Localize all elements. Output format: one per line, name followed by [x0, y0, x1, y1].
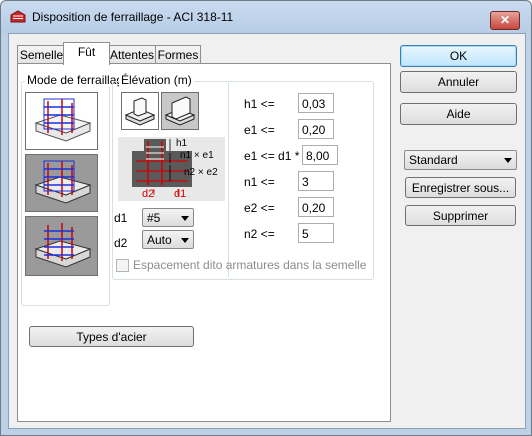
- close-button[interactable]: ✕: [490, 11, 520, 30]
- spacing-checkbox-label: Espacement dito armatures dans la semell…: [133, 258, 367, 272]
- tab-attentes[interactable]: Attentes: [107, 45, 157, 64]
- mode-option-1-button[interactable]: [25, 92, 98, 150]
- app-icon: [10, 10, 26, 23]
- n1-input[interactable]: 3: [298, 171, 334, 191]
- mode-option-2-button[interactable]: [25, 154, 98, 212]
- chevron-down-icon: [181, 216, 189, 221]
- parameters-panel: h1 <= 0,03 e1 <= 0,20 e1 <= d1 * 8,00 n1…: [228, 83, 373, 277]
- param-label-n2: n2 <=: [244, 227, 275, 241]
- rebar-cage-icon: [34, 160, 92, 204]
- cancel-button[interactable]: Annuler: [400, 71, 517, 93]
- tab-formes[interactable]: Formes: [155, 45, 201, 64]
- n1e1-dim-label: n1 × e1: [180, 150, 214, 161]
- e1-d1-factor-input[interactable]: 8,00: [302, 145, 338, 165]
- help-button[interactable]: Aide: [400, 103, 517, 125]
- dialog-client: Semelle Fût Attentes Formes Mode de ferr…: [8, 33, 526, 429]
- elevation-group-label: Élévation (m): [119, 73, 194, 87]
- elevation-view-1-button[interactable]: [121, 92, 159, 130]
- tab-semelle[interactable]: Semelle: [17, 45, 66, 64]
- steel-types-button[interactable]: Types d'acier: [29, 326, 194, 347]
- column-elevation-icon: [124, 97, 156, 126]
- e2-input[interactable]: 0,20: [298, 197, 334, 217]
- tab-fut[interactable]: Fût: [63, 42, 110, 65]
- tab-label: Attentes: [109, 48, 155, 62]
- d1-select[interactable]: #5: [142, 208, 194, 227]
- wall-elevation-icon: [164, 96, 196, 126]
- h1-input[interactable]: 0,03: [298, 93, 334, 113]
- d1-dim-label: d1: [174, 188, 187, 200]
- h1-dim-label: h1: [176, 138, 188, 149]
- param-label-e1-d1: e1 <= d1 *: [244, 149, 300, 163]
- mode-option-3-button[interactable]: [25, 216, 98, 276]
- d2-select-value: Auto: [147, 233, 172, 247]
- tab-label: Fût: [77, 45, 96, 59]
- ok-button[interactable]: OK: [400, 45, 517, 67]
- d1-label: d1: [114, 211, 128, 225]
- d2-select[interactable]: Auto: [142, 230, 194, 249]
- preset-select[interactable]: Standard: [404, 150, 517, 170]
- elevation-view-2-button[interactable]: [161, 92, 199, 130]
- elevation-group: Élévation (m) h1 n1 × e1 n2 × e2 d2 d1 d…: [112, 73, 374, 280]
- param-label-n1: n1 <=: [244, 175, 275, 189]
- window-title: Disposition de ferraillage - ACI 318-11: [32, 10, 234, 24]
- rebar-cage-icon: [34, 223, 92, 268]
- chevron-down-icon: [504, 158, 512, 163]
- n2-input[interactable]: 5: [298, 223, 334, 243]
- param-label-e2: e2 <=: [244, 201, 275, 215]
- tab-panel-fut: Mode de ferraillage Élévation (m) h1 n1 …: [17, 63, 391, 422]
- close-icon: ✕: [499, 13, 511, 27]
- mode-group: Mode de ferraillage: [21, 73, 132, 306]
- tab-label: Formes: [157, 48, 199, 62]
- dialog-window: Disposition de ferraillage - ACI 318-11 …: [0, 0, 532, 436]
- delete-button[interactable]: Supprimer: [405, 205, 516, 226]
- rebar-cage-icon: [34, 98, 92, 142]
- tab-label: Semelle: [19, 48, 64, 62]
- d1-select-value: #5: [147, 211, 161, 225]
- n2e2-dim-label: n2 × e2: [184, 167, 218, 178]
- preset-select-value: Standard: [409, 153, 458, 167]
- section-diagram: h1 n1 × e1 n2 × e2 d2 d1: [118, 137, 225, 201]
- d2-dim-label: d2: [142, 188, 155, 200]
- title-bar[interactable]: Disposition de ferraillage - ACI 318-11 …: [1, 1, 531, 33]
- save-as-button[interactable]: Enregistrer sous...: [405, 177, 516, 198]
- param-label-h1: h1 <=: [244, 97, 275, 111]
- spacing-checkbox[interactable]: [116, 259, 129, 272]
- d2-label: d2: [114, 236, 128, 250]
- param-label-e1: e1 <=: [244, 123, 275, 137]
- e1-input[interactable]: 0,20: [298, 119, 334, 139]
- chevron-down-icon: [181, 238, 189, 243]
